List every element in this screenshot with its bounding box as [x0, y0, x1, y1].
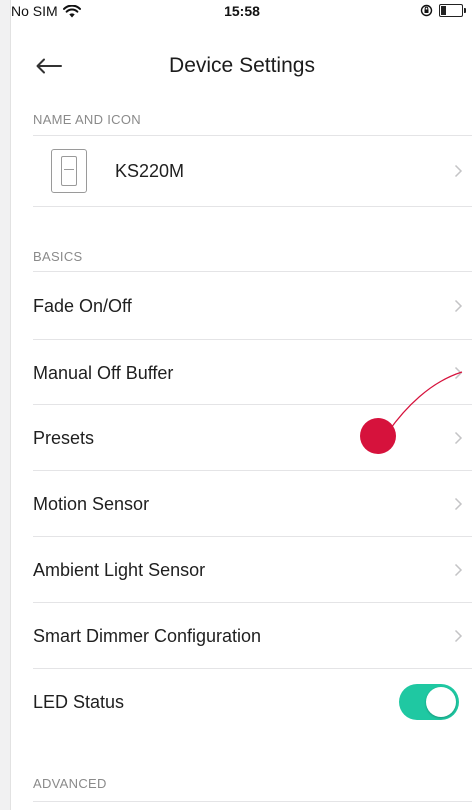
- touch-trail: [387, 371, 463, 433]
- touch-indicator: [360, 418, 396, 454]
